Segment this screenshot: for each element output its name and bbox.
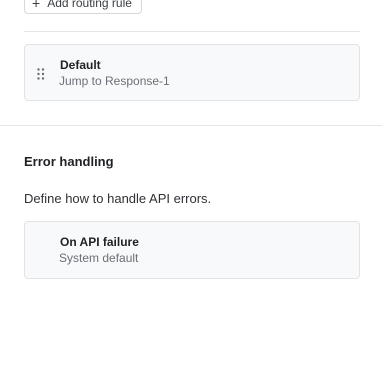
api-response-routing-panel: + Add routing rule Default Jump to Respo… — [0, 0, 382, 367]
plus-icon: + — [32, 0, 41, 11]
api-failure-title: On API failure — [60, 235, 139, 249]
api-failure-card[interactable]: On API failure System default — [24, 221, 360, 279]
default-route-title: Default — [60, 58, 101, 72]
default-route-card[interactable]: Default Jump to Response-1 — [24, 44, 360, 101]
error-handling-description: Define how to handle API errors. — [24, 191, 212, 206]
error-handling-heading: Error handling — [24, 154, 114, 169]
add-routing-rule-button[interactable]: + Add routing rule — [24, 0, 142, 14]
api-failure-subtitle: System default — [59, 251, 139, 265]
section-divider — [0, 125, 382, 126]
routing-divider — [24, 31, 360, 32]
default-route-subtitle: Jump to Response-1 — [59, 74, 170, 88]
add-routing-rule-label: Add routing rule — [47, 0, 132, 10]
drag-handle-icon[interactable] — [37, 67, 45, 80]
